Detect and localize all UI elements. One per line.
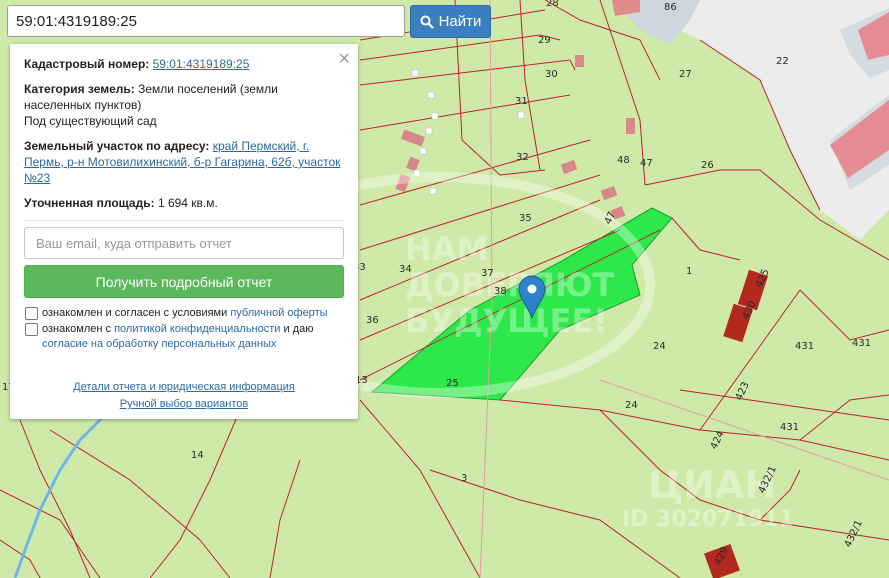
address-row: Земельный участок по адресу: край Пермск…: [24, 138, 344, 186]
category-row: Категория земель: Земли поселений (земли…: [24, 81, 344, 129]
watermark-line-3: БУДУЩЕЕ!: [405, 302, 608, 340]
consent-privacy-checkbox[interactable]: [25, 323, 38, 336]
manual-select-link[interactable]: Ручной выбор вариантов: [120, 398, 248, 410]
parcel-label: 27: [679, 69, 692, 80]
search-button-label: Найти: [438, 13, 482, 30]
parcel-label: 24: [625, 400, 638, 411]
parcel-label: 431: [780, 422, 799, 433]
parcel-label: 431: [852, 338, 871, 349]
parcel-label: 35: [519, 213, 532, 224]
cadastral-row: Кадастровый номер: 59:01:4319189:25: [24, 56, 344, 72]
parcel-label: 29: [538, 35, 551, 46]
consent-privacy-row: ознакомлен с политикой конфиденциальност…: [24, 322, 344, 352]
cadastral-label: Кадастровый номер:: [24, 57, 150, 71]
parcel-label: 25: [446, 378, 459, 389]
watermark-id: ID 302071911: [622, 507, 794, 532]
parcel-label: 30: [545, 69, 558, 80]
parcel-label: 24: [653, 341, 666, 352]
bottom-links: Детали отчета и юридическая информация Р…: [10, 379, 358, 413]
parcel-label: 22: [776, 56, 789, 67]
parcel-label: 26: [701, 160, 714, 171]
cadastral-link[interactable]: 59:01:4319189:25: [153, 57, 250, 71]
consent-offer-text: ознакомлен и согласен с условиями: [42, 307, 228, 319]
watermark-line-2: ДОВЕРЯЮТ: [405, 266, 615, 304]
parcel-label: 28: [546, 0, 559, 9]
parcel-label: 1: [686, 266, 692, 277]
parcel-label: 34: [399, 264, 412, 275]
search-bar: [7, 5, 407, 39]
parcel-label: 47: [640, 158, 653, 169]
watermark-line-1: НАМ: [405, 230, 488, 268]
parcel-label: 36: [366, 315, 379, 326]
watermark-brand: ЦИАН: [648, 463, 776, 507]
category-label: Категория земель:: [24, 82, 135, 96]
divider: [24, 220, 344, 221]
address-label: Земельный участок по адресу:: [24, 139, 210, 153]
search-icon: [420, 15, 434, 29]
get-report-button[interactable]: Получить подробный отчет: [24, 265, 344, 298]
consent-privacy-mid: и даю: [283, 323, 314, 335]
consent-privacy-text: ознакомлен с: [42, 323, 112, 335]
parcel-label: 86: [664, 2, 677, 13]
close-icon[interactable]: ×: [338, 49, 350, 69]
email-field[interactable]: Ваш email, куда отправить отчет: [24, 227, 344, 259]
parcel-label: 37: [481, 268, 494, 279]
consent-offer-checkbox[interactable]: [25, 307, 38, 320]
parcel-label: 31: [515, 96, 528, 107]
search-button[interactable]: Найти: [410, 5, 491, 38]
parcel-label: 3: [461, 473, 467, 484]
area-value: 1 694 кв.м.: [157, 196, 218, 210]
parcel-label: 32: [516, 152, 529, 163]
offer-link[interactable]: публичной оферты: [230, 307, 327, 319]
parcel-label: 14: [191, 450, 204, 461]
details-link[interactable]: Детали отчета и юридическая информация: [73, 381, 295, 393]
search-input[interactable]: [7, 5, 405, 37]
parcel-info-panel: × Кадастровый номер: 59:01:4319189:25 Ка…: [10, 44, 358, 419]
parcel-label: 38: [494, 286, 507, 297]
data-processing-link[interactable]: согласие на обработку персональных данны…: [42, 338, 276, 350]
privacy-link[interactable]: политикой конфиденциальности: [114, 323, 280, 335]
category-use: Под существующий сад: [24, 114, 157, 128]
parcel-label: 48: [617, 155, 630, 166]
parcel-label: 431: [795, 341, 814, 352]
area-label: Уточненная площадь:: [24, 196, 155, 210]
consent-offer-row: ознакомлен и согласен с условиями публич…: [24, 306, 344, 321]
area-row: Уточненная площадь: 1 694 кв.м.: [24, 195, 344, 211]
